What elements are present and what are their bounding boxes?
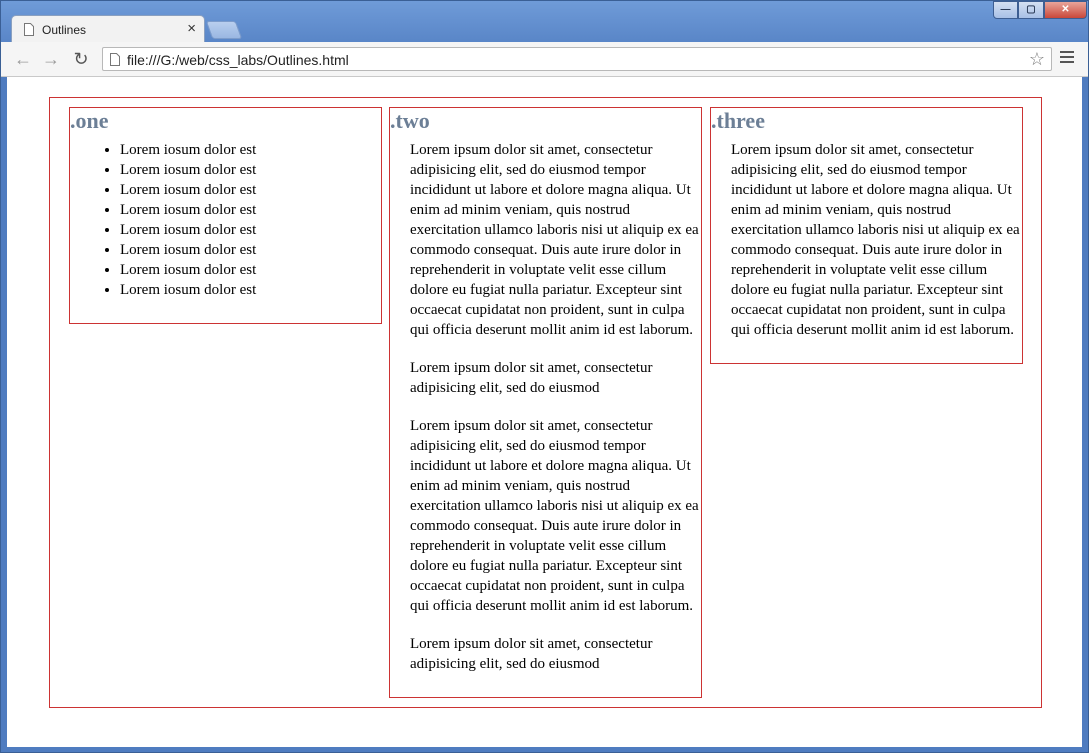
- text-block-two: Lorem ipsum dolor sit amet, consectetur …: [390, 140, 701, 674]
- heading-two: .two: [390, 108, 430, 133]
- window-controls: — ▢ ✕: [993, 1, 1087, 20]
- paragraph: Lorem ipsum dolor sit amet, consectetur …: [731, 142, 1020, 338]
- paragraph: Lorem ipsum dolor sit amet, consectetur …: [410, 142, 699, 338]
- heading-three: .three: [711, 108, 765, 133]
- list-item: Lorem iosum dolor est: [120, 260, 381, 280]
- url-text[interactable]: file:///G:/web/css_labs/Outlines.html: [127, 52, 349, 68]
- new-tab-button[interactable]: [205, 21, 243, 39]
- document-icon: [110, 53, 120, 66]
- column-two: .two Lorem ipsum dolor sit amet, consect…: [389, 107, 702, 698]
- tab-close-icon[interactable]: ×: [187, 20, 196, 37]
- page-viewport: .one Lorem iosum dolor est Lorem iosum d…: [7, 77, 1082, 747]
- outer-container: .one Lorem iosum dolor est Lorem iosum d…: [49, 97, 1042, 708]
- paragraph: Lorem ipsum dolor sit amet, consectetur …: [410, 636, 653, 672]
- list-item: Lorem iosum dolor est: [120, 200, 381, 220]
- browser-window: Outlines × — ▢ ✕ ← → ↻ file:///G:/web/cs…: [0, 0, 1089, 753]
- browser-toolbar: ← → ↻ file:///G:/web/css_labs/Outlines.h…: [1, 42, 1088, 77]
- list-item: Lorem iosum dolor est: [120, 180, 381, 200]
- page-icon: [24, 23, 34, 36]
- list-item: Lorem iosum dolor est: [120, 220, 381, 240]
- reload-icon[interactable]: ↻: [71, 49, 91, 69]
- heading-one: .one: [70, 108, 109, 133]
- column-three: .three Lorem ipsum dolor sit amet, conse…: [710, 107, 1023, 364]
- tab-title: Outlines: [42, 23, 87, 37]
- list-one: Lorem iosum dolor est Lorem iosum dolor …: [70, 140, 381, 300]
- paragraph: Lorem ipsum dolor sit amet, consectetur …: [410, 360, 653, 396]
- bookmark-star-icon[interactable]: ☆: [1029, 49, 1045, 70]
- paragraph: Lorem ipsum dolor sit amet, consectetur …: [410, 418, 699, 614]
- maximize-button[interactable]: ▢: [1018, 1, 1044, 19]
- column-one: .one Lorem iosum dolor est Lorem iosum d…: [69, 107, 382, 324]
- minimize-button[interactable]: —: [993, 1, 1018, 19]
- menu-icon[interactable]: [1060, 51, 1074, 66]
- list-item: Lorem iosum dolor est: [120, 160, 381, 180]
- list-item: Lorem iosum dolor est: [120, 280, 381, 300]
- forward-arrow-icon[interactable]: →: [41, 49, 61, 69]
- tab-outlines[interactable]: Outlines ×: [11, 15, 205, 43]
- tab-strip: Outlines × — ▢ ✕: [1, 1, 1088, 43]
- back-arrow-icon[interactable]: ←: [13, 49, 33, 69]
- close-window-button[interactable]: ✕: [1044, 1, 1087, 19]
- address-bar[interactable]: file:///G:/web/css_labs/Outlines.html ☆: [102, 47, 1052, 71]
- text-block-three: Lorem ipsum dolor sit amet, consectetur …: [711, 140, 1022, 340]
- list-item: Lorem iosum dolor est: [120, 240, 381, 260]
- list-item: Lorem iosum dolor est: [120, 140, 381, 160]
